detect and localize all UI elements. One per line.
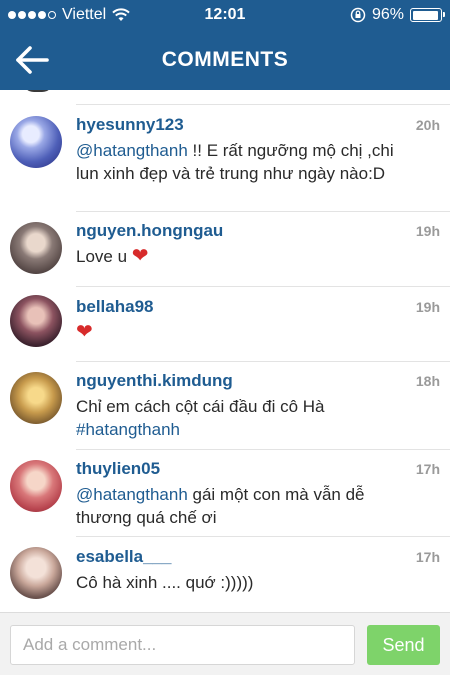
comment-text: @hatangthanh gái một con mà vẫn dễ thươn… <box>76 483 421 529</box>
comment-text: Chỉ em cách cột cái đầu đi cô Hà #hatang… <box>76 395 421 441</box>
wifi-icon <box>112 8 130 21</box>
comment-item: bellaha98 19h ❤ <box>0 287 450 362</box>
status-right: 96% <box>350 6 445 24</box>
status-left: Viettel <box>8 6 130 24</box>
page-title: COMMENTS <box>161 48 289 71</box>
comment-username[interactable]: nguyen.hongngau <box>76 221 223 241</box>
comment-body: Chỉ em cách cột cái đầu đi cô Hà <box>76 397 325 416</box>
comment-text: ❤ <box>76 321 421 344</box>
comment-body: Love u <box>76 247 132 266</box>
avatar[interactable] <box>10 372 62 424</box>
comment-item: nguyen.hongngau 19h Love u ❤ <box>0 211 450 287</box>
comment-body: Cô hà xinh .... quớ :))))) <box>76 573 254 592</box>
battery-icon <box>410 8 445 22</box>
comment-time: 18h <box>415 373 440 389</box>
avatar[interactable] <box>10 295 62 347</box>
comment-text: Cô hà xinh .... quớ :))))) <box>76 571 421 594</box>
orientation-lock-icon <box>350 7 366 23</box>
signal-strength-icon <box>8 11 56 19</box>
comment-hashtag[interactable]: #hatangthanh <box>76 420 180 439</box>
comments-list[interactable]: hyesunny123 20h @hatangthanh !! E rất ng… <box>0 90 450 612</box>
comment-time: 17h <box>415 549 440 565</box>
carrier-name: Viettel <box>62 6 107 23</box>
avatar[interactable] <box>10 460 62 512</box>
comment-item: thuylien05 17h @hatangthanh gái một con … <box>0 449 450 537</box>
comment-composer: Send <box>0 612 450 675</box>
comment-input[interactable] <box>10 625 355 665</box>
comment-item: esabella___ 17h Cô hà xinh .... quớ :)))… <box>0 537 450 612</box>
avatar[interactable] <box>10 547 62 599</box>
comment-username[interactable]: bellaha98 <box>76 297 154 317</box>
avatar <box>22 90 54 92</box>
battery-level <box>412 10 439 20</box>
comment-item: nguyenthi.kimdung 18h Chỉ em cách cột cá… <box>0 361 450 451</box>
comment-time: 17h <box>415 461 440 477</box>
nav-bar: COMMENTS <box>0 30 450 90</box>
comment-text: @hatangthanh !! E rất ngưỡng mộ chị ,chi… <box>76 139 421 185</box>
avatar[interactable] <box>10 222 62 274</box>
comment-time: 20h <box>415 117 440 133</box>
send-button[interactable]: Send <box>367 625 440 665</box>
comment-username[interactable]: thuylien05 <box>76 459 160 479</box>
comment-username[interactable]: hyesunny123 <box>76 115 184 135</box>
comment-mention[interactable]: @hatangthanh <box>76 485 188 504</box>
comment-text: Love u ❤ <box>76 245 421 268</box>
comment-username[interactable]: nguyenthi.kimdung <box>76 371 233 391</box>
avatar[interactable] <box>10 116 62 168</box>
status-bar: Viettel 12:01 96% <box>0 0 450 30</box>
comment-item: hyesunny123 20h @hatangthanh !! E rất ng… <box>0 105 450 215</box>
battery-percent: 96% <box>371 6 404 23</box>
arrow-left-icon[interactable] <box>14 44 50 76</box>
comment-time: 19h <box>415 223 440 239</box>
heart-emoji: ❤ <box>131 245 149 267</box>
comment-mention[interactable]: @hatangthanh <box>76 141 188 160</box>
heart-emoji: ❤ <box>76 321 93 343</box>
comment-username[interactable]: esabella___ <box>76 547 171 567</box>
comment-time: 19h <box>415 299 440 315</box>
